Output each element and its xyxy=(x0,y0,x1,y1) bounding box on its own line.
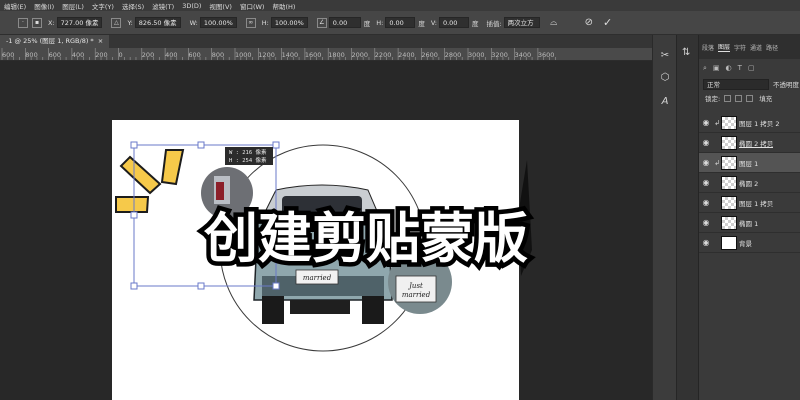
filter-type-icon[interactable]: T xyxy=(738,64,742,72)
layers-tab-4[interactable]: 路径 xyxy=(766,43,778,52)
panel-toggle-icon[interactable]: ⇅ xyxy=(682,47,690,58)
blend-row: 正常 不透明度 xyxy=(699,77,800,91)
layer-thumbnail[interactable] xyxy=(721,195,737,210)
visibility-eye-icon[interactable]: ◉ xyxy=(699,138,713,147)
layer-name[interactable]: 椭圆 2 xyxy=(739,178,758,188)
handle-top-left[interactable] xyxy=(130,141,138,149)
handle-top-right[interactable] xyxy=(272,141,280,149)
visibility-eye-icon[interactable]: ◉ xyxy=(699,218,713,227)
handle-bottom-right[interactable] xyxy=(272,282,280,290)
layer-row[interactable]: ◉ ↲ 图层 1 xyxy=(699,153,800,173)
layers-tab-2[interactable]: 字符 xyxy=(734,43,746,52)
lock-label: 锁定: xyxy=(705,95,721,103)
layer-thumbnail[interactable] xyxy=(721,215,737,230)
layer-row[interactable]: ◉ ↲ 图层 1 拷贝 2 xyxy=(699,113,800,133)
visibility-eye-icon[interactable]: ◉ xyxy=(699,158,713,167)
readout-width: W : 216 像素 xyxy=(229,148,267,156)
layer-name[interactable]: 椭圆 1 xyxy=(739,218,758,228)
layer-row[interactable]: ◉ 背景 xyxy=(699,233,800,253)
lock-transparent-icon[interactable] xyxy=(724,94,732,102)
type-icon[interactable]: A xyxy=(657,93,673,109)
layers-panel-tabs: 段落 图层 字符 通道 路径 xyxy=(699,35,800,59)
layer-name[interactable]: 图层 1 拷贝 2 xyxy=(739,118,779,128)
plate-text: married xyxy=(303,274,332,282)
layer-row[interactable]: ◉ 椭圆 2 xyxy=(699,173,800,193)
fill-label: 填充 xyxy=(759,95,773,103)
visibility-eye-icon[interactable]: ◉ xyxy=(699,238,713,247)
overlay-title: 创建剪贴蒙版 xyxy=(204,207,528,270)
layer-name[interactable]: 图层 1 拷贝 xyxy=(739,198,773,208)
layer-row[interactable]: ◉ 椭圆 2 拷贝 xyxy=(699,133,800,153)
visibility-eye-icon[interactable]: ◉ xyxy=(699,118,713,127)
blend-mode-select[interactable]: 正常 xyxy=(703,78,769,90)
clipping-mask-icon: ↲ xyxy=(714,118,720,127)
readout-height: H : 254 像素 xyxy=(229,156,267,164)
layer-thumbnail[interactable] xyxy=(721,175,737,190)
sign-line-2: married xyxy=(402,291,431,299)
layer-name[interactable]: 椭圆 2 拷贝 xyxy=(739,138,773,148)
layer-thumbnail[interactable] xyxy=(721,135,737,150)
layer-thumbnail[interactable] xyxy=(721,235,737,250)
scissors-icon[interactable]: ✂ xyxy=(657,47,673,63)
lock-position-icon[interactable] xyxy=(746,94,754,102)
panel-tool-strip: ✂ ⬡ A xyxy=(652,35,676,400)
layers-panel: 段落 图层 字符 通道 路径 ⌕ ▣ ◐ T ▢ 正常 不透明度 锁定: 填充 ◉ ↲ 图层… xyxy=(698,35,800,400)
sparkle-stroke-3 xyxy=(115,196,150,213)
lock-image-icon[interactable] xyxy=(735,94,743,102)
handle-bottom-mid[interactable] xyxy=(197,282,205,290)
handle-top-mid[interactable] xyxy=(197,141,205,149)
visibility-eye-icon[interactable]: ◉ xyxy=(699,198,713,207)
handle-mid-left[interactable] xyxy=(130,211,138,219)
sign-line-1: Just xyxy=(407,282,423,290)
collapsed-panel-strip: ⇅ xyxy=(676,35,698,400)
3d-cube-icon[interactable]: ⬡ xyxy=(657,69,673,85)
layers-tab-0[interactable]: 段落 xyxy=(702,43,714,52)
visibility-eye-icon[interactable]: ◉ xyxy=(699,178,713,187)
filter-shape-icon[interactable]: ▢ xyxy=(748,64,755,72)
search-icon[interactable]: ⌕ xyxy=(703,64,707,73)
layers-tab-1[interactable]: 图层 xyxy=(718,42,731,52)
lock-row: 锁定: 填充 xyxy=(699,91,800,105)
layer-name[interactable]: 背景 xyxy=(739,238,752,248)
filter-adjust-icon[interactable]: ◐ xyxy=(726,64,732,72)
canvas-artwork: married Just married W : 216 像素 H : 254 … xyxy=(112,120,533,400)
layer-thumbnail[interactable] xyxy=(721,155,737,170)
filter-pixel-icon[interactable]: ▣ xyxy=(713,64,720,72)
layer-thumbnail[interactable] xyxy=(721,115,737,130)
layer-row[interactable]: ◉ 图层 1 拷贝 xyxy=(699,193,800,213)
size-readout: W : 216 像素 H : 254 像素 xyxy=(225,147,273,165)
layer-row[interactable]: ◉ 椭圆 1 xyxy=(699,213,800,233)
layers-tab-3[interactable]: 通道 xyxy=(750,43,762,52)
handle-bottom-left[interactable] xyxy=(130,282,138,290)
clipping-mask-icon: ↲ xyxy=(714,158,720,167)
layer-filter-row: ⌕ ▣ ◐ T ▢ xyxy=(699,59,800,77)
opacity-label: 不透明度 xyxy=(773,81,799,89)
layer-name[interactable]: 图层 1 xyxy=(739,158,758,168)
